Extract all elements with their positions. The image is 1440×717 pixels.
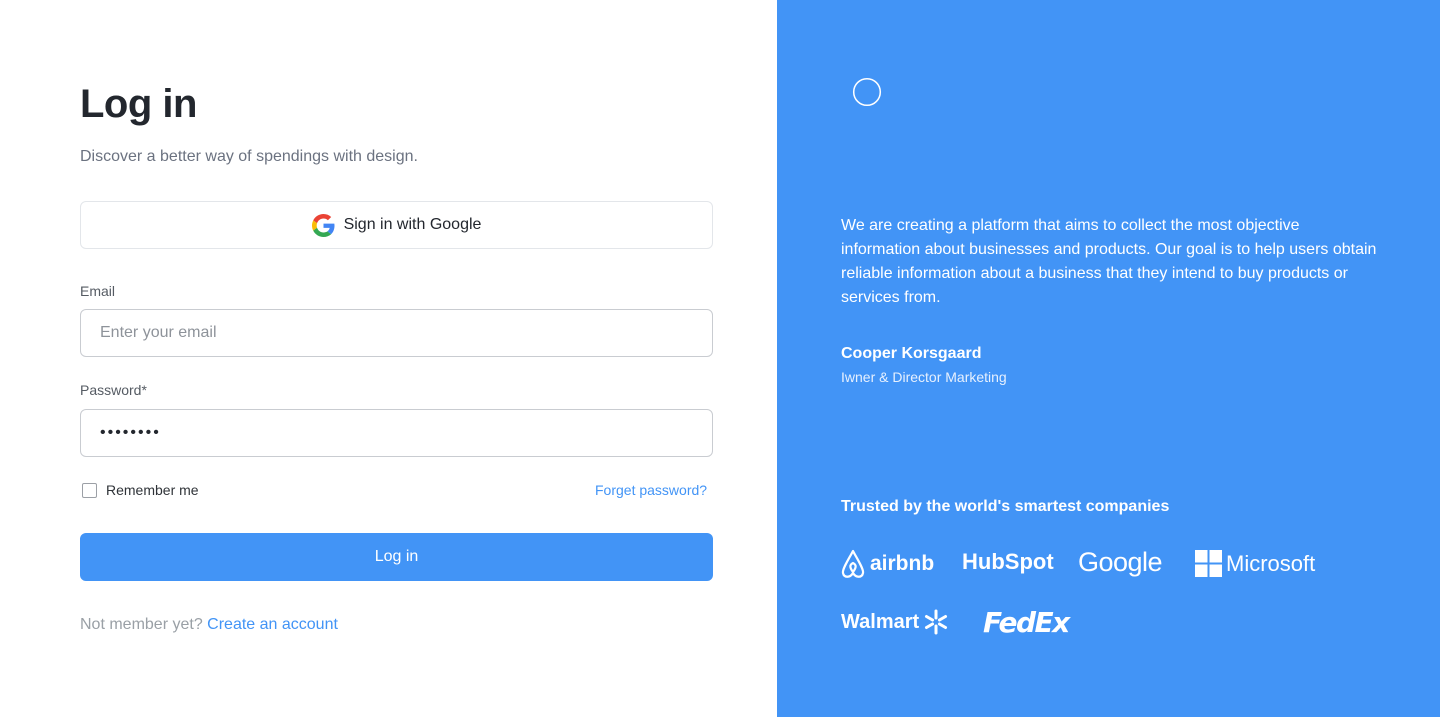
- walmart-wordmark: Walmart: [841, 610, 920, 633]
- hubspot-wordmark: HubSpot: [962, 549, 1054, 574]
- testimonial-quote: We are creating a platform that aims to …: [841, 217, 1377, 306]
- microsoft-logo: Microsoft: [1195, 550, 1315, 577]
- google-wordmark: Google: [1078, 547, 1163, 577]
- airbnb-wordmark: airbnb: [870, 552, 935, 575]
- google-signin-button[interactable]: Sign in with Google: [80, 201, 713, 249]
- remember-checkbox[interactable]: [82, 482, 97, 498]
- create-account-link[interactable]: Create an account: [207, 616, 338, 633]
- login-button[interactable]: Log in: [80, 533, 713, 581]
- email-input[interactable]: [80, 309, 713, 357]
- walmart-logo: Walmart: [841, 609, 949, 635]
- airbnb-logo: airbnb: [840, 549, 934, 579]
- hubspot-logo: HubSpot: [962, 549, 1054, 575]
- signup-prompt-text: Not member yet?: [80, 616, 203, 633]
- remember-me[interactable]: Remember me: [82, 482, 199, 498]
- page-subtitle: Discover a better way of spendings with …: [80, 148, 418, 165]
- password-label: Password*: [80, 382, 147, 398]
- microsoft-icon: [1195, 550, 1222, 577]
- author-role: Iwner & Director Marketing: [841, 369, 1007, 385]
- fedex-wordmark: FedEx: [983, 606, 1070, 639]
- brand-logo-icon: [851, 75, 883, 109]
- airbnb-icon: [841, 549, 865, 578]
- google-icon: [311, 213, 335, 237]
- google-signin-label: Sign in with Google: [343, 216, 482, 233]
- fedex-logo: FedEx: [983, 606, 1070, 639]
- microsoft-wordmark: Microsoft: [1226, 550, 1316, 576]
- google-logo: Google: [1078, 547, 1163, 578]
- email-label: Email: [80, 283, 116, 299]
- trusted-heading: Trusted by the world's smartest companie…: [841, 498, 1170, 515]
- forgot-password-link[interactable]: Forget password?: [595, 482, 707, 498]
- signup-prompt: Not member yet? Create an account: [80, 616, 338, 634]
- password-input[interactable]: [80, 409, 713, 457]
- page-title: Log in: [80, 82, 197, 126]
- testimonial-panel: We are creating a platform that aims to …: [777, 0, 1440, 717]
- login-panel: Log in Discover a better way of spending…: [0, 0, 777, 717]
- remember-label: Remember me: [106, 482, 199, 498]
- walmart-spark-icon: [925, 609, 948, 635]
- author-name: Cooper Korsgaard: [841, 345, 982, 362]
